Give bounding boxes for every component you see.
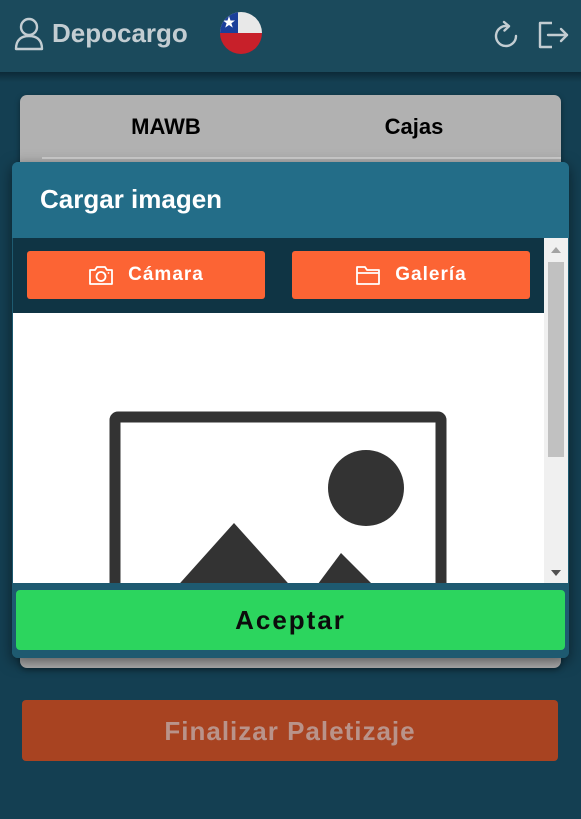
chile-flag-icon[interactable]: [220, 12, 262, 54]
image-preview: [13, 313, 544, 583]
camera-button-label: Cámara: [128, 264, 204, 285]
modal-header: Cargar imagen: [12, 162, 569, 238]
tab-cajas[interactable]: Cajas: [304, 107, 524, 147]
camera-icon: [89, 266, 114, 285]
camera-button[interactable]: Cámara: [27, 251, 265, 299]
modal-body[interactable]: Cámara Galería: [13, 238, 568, 583]
accept-button[interactable]: Aceptar: [16, 590, 565, 650]
scroll-down-arrow-icon[interactable]: [544, 563, 568, 583]
scroll-up-arrow-icon[interactable]: [544, 240, 568, 260]
app-title: Depocargo: [52, 18, 188, 48]
gallery-button-label: Galería: [395, 264, 467, 285]
folder-icon: [356, 266, 381, 285]
modal-title: Cargar imagen: [40, 184, 223, 214]
tab-mawb[interactable]: MAWB: [56, 107, 276, 147]
modal-scrollbar[interactable]: [544, 238, 568, 583]
gallery-button[interactable]: Galería: [292, 251, 530, 299]
tab-divider: [42, 157, 561, 159]
image-placeholder-icon: [109, 411, 447, 583]
refresh-icon[interactable]: [491, 20, 521, 50]
header-shadow: [0, 72, 581, 82]
finalize-palletizing-button[interactable]: Finalizar Paletizaje: [22, 700, 558, 761]
logout-icon[interactable]: [536, 20, 570, 50]
upload-image-modal: Cargar imagen Cámara Galería Aceptar: [12, 162, 569, 658]
app-header: Depocargo: [0, 0, 581, 72]
scrollbar-thumb[interactable]: [548, 262, 564, 457]
modal-footer: Aceptar: [12, 583, 569, 658]
user-icon[interactable]: [14, 17, 44, 51]
source-button-row: Cámara Galería: [13, 238, 544, 313]
